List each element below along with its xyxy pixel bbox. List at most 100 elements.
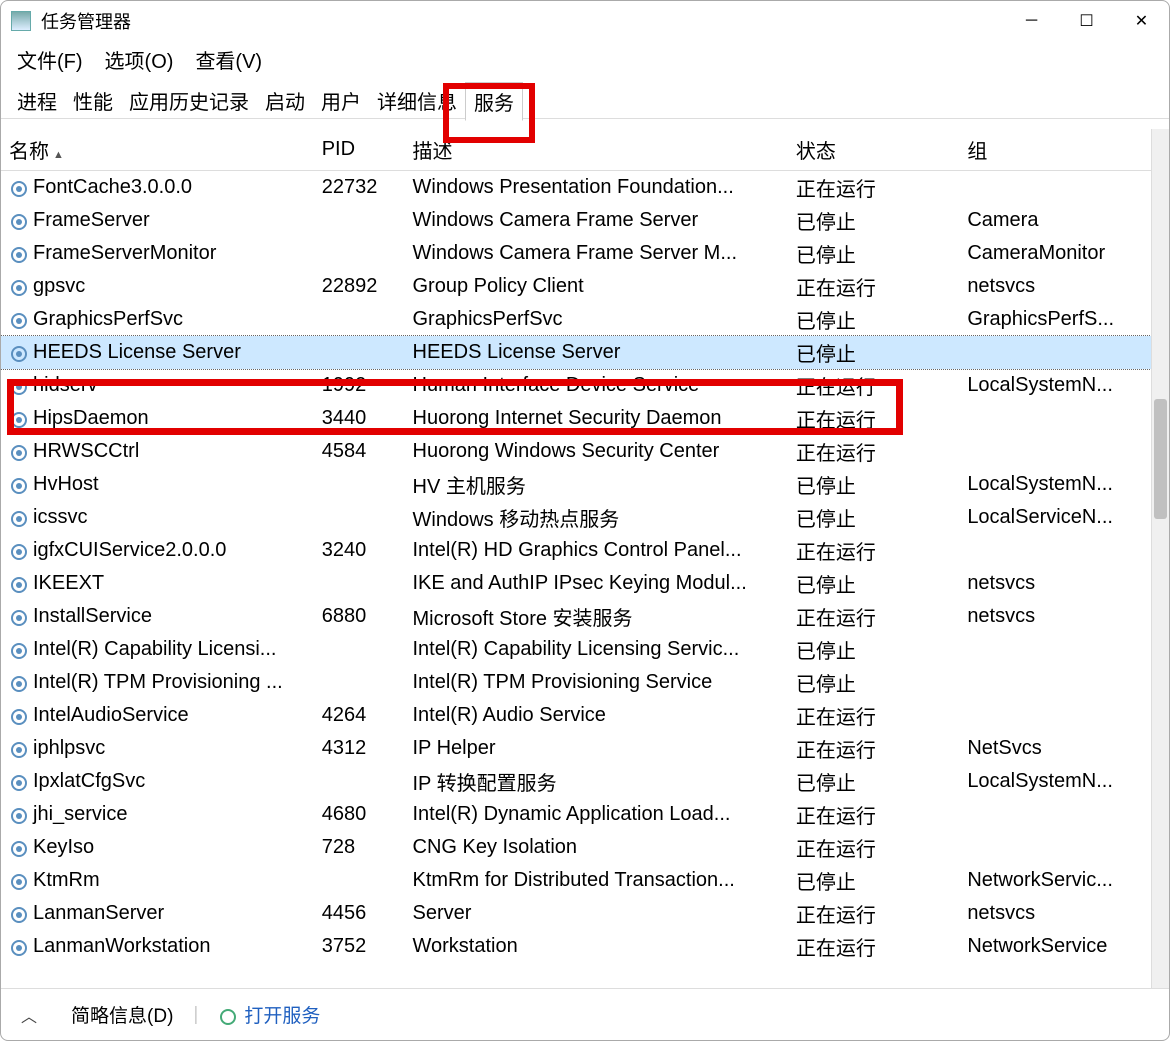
close-button[interactable]: ✕ <box>1114 1 1169 41</box>
service-pid: 3752 <box>314 930 405 963</box>
service-name: hidserv <box>33 374 97 396</box>
table-row[interactable]: IntelAudioService4264Intel(R) Audio Serv… <box>1 699 1151 732</box>
table-row[interactable]: HvHostHV 主机服务已停止LocalSystemN... <box>1 468 1151 501</box>
service-group <box>959 336 1151 369</box>
table-row[interactable]: LanmanWorkstation3752Workstation正在运行Netw… <box>1 930 1151 963</box>
service-pid <box>314 666 405 699</box>
table-row[interactable]: HEEDS License Server HEEDS License Server… <box>1 336 1151 369</box>
service-icon <box>9 740 27 758</box>
menu-options[interactable]: 选项(O) <box>105 45 174 74</box>
service-desc: Microsoft Store 安装服务 <box>405 600 788 633</box>
tab-apphistory[interactable]: 应用历史记录 <box>121 82 257 119</box>
service-group: NetworkService <box>959 930 1151 963</box>
service-pid: 1992 <box>314 369 405 402</box>
service-name: gpsvc <box>33 275 85 297</box>
col-header-desc[interactable]: 描述 <box>405 129 788 171</box>
tab-services[interactable]: 服务 <box>465 82 523 121</box>
col-header-group[interactable]: 组 <box>959 129 1151 171</box>
service-status: 正在运行 <box>788 798 959 831</box>
tab-users[interactable]: 用户 <box>313 82 369 119</box>
service-name: HEEDS License Server <box>33 341 241 363</box>
service-status: 已停止 <box>788 237 959 270</box>
table-row[interactable]: gpsvc22892Group Policy Client正在运行netsvcs <box>1 270 1151 303</box>
fewer-details-link[interactable]: 简略信息(D) <box>71 1001 173 1028</box>
titlebar[interactable]: 任务管理器 ─ ☐ ✕ <box>1 1 1169 41</box>
table-row[interactable]: FrameServerWindows Camera Frame Server已停… <box>1 204 1151 237</box>
service-icon <box>9 476 27 494</box>
service-name: HipsDaemon <box>33 407 149 429</box>
menu-view[interactable]: 查看(V) <box>195 45 262 74</box>
table-row[interactable]: HRWSCCtrl4584Huorong Windows Security Ce… <box>1 435 1151 468</box>
menu-file[interactable]: 文件(F) <box>17 45 83 74</box>
table-row[interactable]: InstallService6880Microsoft Store 安装服务正在… <box>1 600 1151 633</box>
service-status: 已停止 <box>788 633 959 666</box>
table-row[interactable]: Intel(R) Capability Licensi...Intel(R) C… <box>1 633 1151 666</box>
service-pid <box>314 468 405 501</box>
service-desc: HEEDS License Server <box>405 336 788 369</box>
table-row[interactable]: hidserv1992Human Interface Device Servic… <box>1 369 1151 402</box>
menubar: 文件(F) 选项(O) 查看(V) <box>1 41 1169 77</box>
service-status: 正在运行 <box>788 435 959 468</box>
tabbar: 进程 性能 应用历史记录 启动 用户 详细信息 服务 <box>1 83 1169 119</box>
service-group <box>959 831 1151 864</box>
table-row[interactable]: iphlpsvc4312IP Helper正在运行NetSvcs <box>1 732 1151 765</box>
service-desc: Workstation <box>405 930 788 963</box>
table-row[interactable]: FontCache3.0.0.022732Windows Presentatio… <box>1 171 1151 205</box>
service-status: 正在运行 <box>788 897 959 930</box>
table-row[interactable]: icssvcWindows 移动热点服务已停止LocalServiceN... <box>1 501 1151 534</box>
table-row[interactable]: FrameServerMonitorWindows Camera Frame S… <box>1 237 1151 270</box>
open-services-link[interactable]: 打开服务 <box>218 1001 320 1028</box>
service-pid <box>314 303 405 336</box>
content-area: 名称▲ PID 描述 状态 组 FontCache3.0.0.0 22732 Win… <box>1 129 1169 988</box>
table-row[interactable]: KeyIso728CNG Key Isolation正在运行 <box>1 831 1151 864</box>
table-row[interactable]: Intel(R) TPM Provisioning ...Intel(R) TP… <box>1 666 1151 699</box>
service-status: 已停止 <box>788 864 959 897</box>
service-pid: 22732 <box>314 171 405 205</box>
table-row[interactable]: IKEEXTIKE and AuthIP IPsec Keying Modul.… <box>1 567 1151 600</box>
service-pid <box>314 204 405 237</box>
service-name: jhi_service <box>33 803 127 825</box>
col-header-name[interactable]: 名称▲ <box>1 129 314 171</box>
service-name: iphlpsvc <box>33 737 105 759</box>
service-icon <box>9 311 27 329</box>
service-name: HvHost <box>33 473 99 495</box>
col-header-pid[interactable]: PID <box>314 129 405 171</box>
window-controls: ─ ☐ ✕ <box>1004 1 1169 41</box>
table-row[interactable]: igfxCUIService2.0.0.03240Intel(R) HD Gra… <box>1 534 1151 567</box>
service-pid: 6880 <box>314 600 405 633</box>
service-status: 已停止 <box>788 666 959 699</box>
service-name: GraphicsPerfSvc <box>33 308 183 330</box>
service-status: 正在运行 <box>788 732 959 765</box>
table-row[interactable]: jhi_service4680Intel(R) Dynamic Applicat… <box>1 798 1151 831</box>
service-icon <box>9 245 27 263</box>
service-icon <box>9 707 27 725</box>
minimize-button[interactable]: ─ <box>1004 1 1059 41</box>
service-status: 正在运行 <box>788 402 959 435</box>
service-desc: KtmRm for Distributed Transaction... <box>405 864 788 897</box>
service-name: Intel(R) Capability Licensi... <box>33 638 276 660</box>
service-name: igfxCUIService2.0.0.0 <box>33 539 226 561</box>
col-header-status[interactable]: 状态 <box>788 129 959 171</box>
service-icon <box>9 641 27 659</box>
table-row[interactable]: IpxlatCfgSvcIP 转换配置服务已停止LocalSystemN... <box>1 765 1151 798</box>
table-row[interactable]: KtmRmKtmRm for Distributed Transaction..… <box>1 864 1151 897</box>
scroll-thumb[interactable] <box>1154 399 1167 519</box>
chevron-up-icon[interactable]: ︿ <box>21 1003 37 1027</box>
table-row[interactable]: LanmanServer4456Server正在运行netsvcs <box>1 897 1151 930</box>
table-row[interactable]: GraphicsPerfSvcGraphicsPerfSvc已停止Graphic… <box>1 303 1151 336</box>
service-desc: Windows 移动热点服务 <box>405 501 788 534</box>
tab-processes[interactable]: 进程 <box>9 82 65 119</box>
tab-startup[interactable]: 启动 <box>257 82 313 119</box>
service-desc: HV 主机服务 <box>405 468 788 501</box>
table-row[interactable]: HipsDaemon3440Huorong Internet Security … <box>1 402 1151 435</box>
service-group: CameraMonitor <box>959 237 1151 270</box>
maximize-button[interactable]: ☐ <box>1059 1 1114 41</box>
tab-details[interactable]: 详细信息 <box>369 82 465 119</box>
services-table[interactable]: 名称▲ PID 描述 状态 组 FontCache3.0.0.0 22732 Win… <box>1 129 1151 963</box>
service-group: NetSvcs <box>959 732 1151 765</box>
vertical-scrollbar[interactable] <box>1151 129 1169 988</box>
service-status: 已停止 <box>788 567 959 600</box>
service-status: 正在运行 <box>788 369 959 402</box>
service-name: FontCache3.0.0.0 <box>33 176 192 198</box>
tab-performance[interactable]: 性能 <box>65 82 121 119</box>
